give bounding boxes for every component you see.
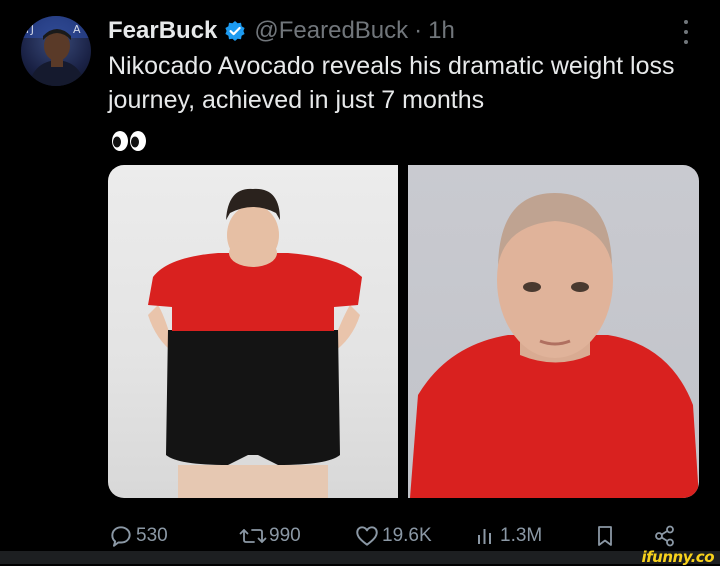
repost-button[interactable]: 990 bbox=[239, 519, 301, 553]
after-photo[interactable] bbox=[408, 165, 699, 498]
bookmark-icon bbox=[598, 526, 612, 546]
share-icon bbox=[655, 525, 674, 547]
views-icon bbox=[478, 529, 491, 544]
tweet-time[interactable]: 1h bbox=[428, 17, 455, 45]
eyes-emoji-icon bbox=[112, 131, 146, 151]
like-count: 19.6K bbox=[382, 525, 432, 546]
like-button[interactable]: 19.6K bbox=[354, 519, 432, 553]
after-photo-image bbox=[410, 193, 699, 498]
separator-dot: · bbox=[414, 17, 423, 44]
repost-icon bbox=[239, 529, 267, 543]
heart-icon bbox=[356, 526, 378, 546]
author-handle[interactable]: @FearedBuck bbox=[254, 17, 408, 45]
verified-badge-icon bbox=[225, 21, 245, 41]
tweet-text: Nikocado Avocado reveals his dramatic we… bbox=[108, 52, 675, 114]
views-count: 1.3M bbox=[500, 525, 543, 546]
tweet-header: FearBuck @FearedBuck · 1h bbox=[108, 15, 455, 47]
more-options-icon[interactable] bbox=[682, 20, 690, 44]
tweet-actions: 530 990 19.6K 1.3M bbox=[108, 519, 708, 553]
tweet-media[interactable] bbox=[108, 165, 699, 498]
tweet-card: TJ A FearBuck @FearedBuck · 1h Nikocado … bbox=[0, 0, 720, 566]
views-button[interactable]: 1.3M bbox=[474, 519, 542, 553]
avatar-image: TJ A bbox=[21, 16, 91, 86]
before-photo-image bbox=[148, 188, 362, 498]
repost-count: 990 bbox=[269, 525, 301, 546]
before-photo[interactable] bbox=[108, 165, 398, 498]
author-avatar[interactable]: TJ A bbox=[21, 16, 91, 86]
svg-text:TJ: TJ bbox=[23, 23, 34, 36]
author-name[interactable]: FearBuck bbox=[108, 17, 217, 45]
watermark-bar bbox=[0, 551, 720, 564]
reply-icon bbox=[111, 526, 131, 547]
svg-text:A: A bbox=[73, 23, 81, 36]
reply-count: 530 bbox=[136, 525, 168, 546]
reply-button[interactable]: 530 bbox=[108, 519, 168, 553]
bookmark-button[interactable] bbox=[594, 519, 616, 553]
ifunny-watermark: ifunny.co bbox=[641, 548, 715, 566]
